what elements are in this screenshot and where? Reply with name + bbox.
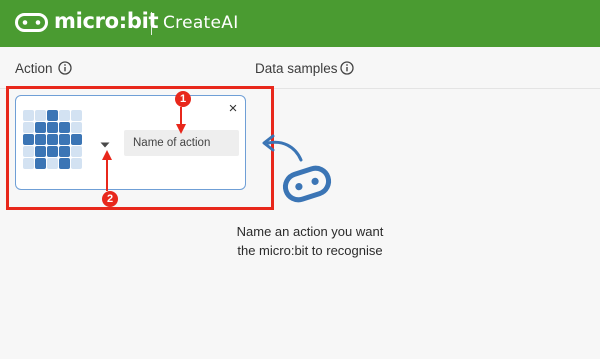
action-column-label: Action — [15, 61, 53, 76]
empty-state-hint: Name an action you want the micro:bit to… — [210, 222, 410, 260]
hint-line-1: Name an action you want — [236, 224, 384, 239]
app-header: micro:bit CreateAI — [0, 0, 600, 47]
app-name: CreateAI — [163, 13, 239, 33]
annotation-badge-2: 2 — [102, 191, 118, 207]
column-header-bar: Action Data samples — [0, 47, 600, 89]
data-samples-info-icon[interactable] — [340, 61, 354, 75]
microbit-logo-icon[interactable] — [15, 13, 48, 32]
annotation-badge-1: 1 — [175, 91, 191, 107]
header-divider — [151, 12, 152, 35]
microbit-face-icon — [282, 165, 332, 203]
action-info-icon[interactable] — [58, 61, 72, 75]
brand-name: micro:bit — [54, 9, 159, 33]
hint-line-2: the micro:bit to recognise — [237, 243, 383, 258]
data-samples-column-label: Data samples — [255, 61, 338, 76]
annotation-highlight-box — [6, 86, 274, 210]
